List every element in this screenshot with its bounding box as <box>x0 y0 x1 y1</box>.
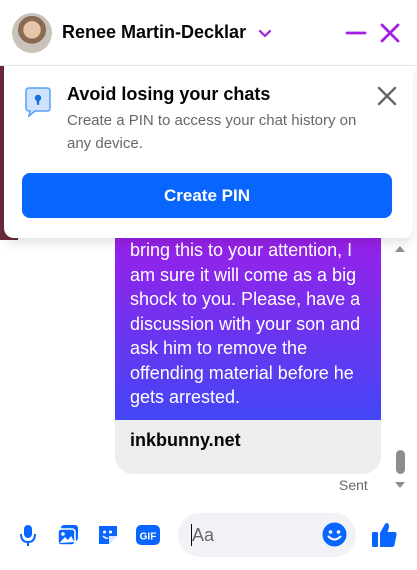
close-icon[interactable] <box>373 82 401 110</box>
pin-banner-title: Avoid losing your chats <box>67 84 271 104</box>
microphone-icon[interactable] <box>15 522 41 548</box>
pin-banner: Avoid losing your chats Create a PIN to … <box>4 66 413 238</box>
avatar[interactable] <box>12 13 52 53</box>
svg-text:GIF: GIF <box>140 532 157 543</box>
link-preview[interactable]: inkbunny.net <box>115 420 381 474</box>
pin-lock-icon <box>25 87 51 118</box>
chat-window: Renee Martin-Decklar bring this to your … <box>0 0 417 570</box>
scroll-up-arrow-icon[interactable] <box>393 242 407 256</box>
image-icon[interactable] <box>55 522 81 548</box>
chat-header[interactable]: Renee Martin-Decklar <box>0 0 417 66</box>
create-pin-button[interactable]: Create PIN <box>22 173 392 218</box>
sticker-icon[interactable] <box>95 522 121 548</box>
gif-icon[interactable]: GIF <box>135 522 161 548</box>
message-status: Sent <box>339 477 368 493</box>
contact-name[interactable]: Renee Martin-Decklar <box>62 22 246 43</box>
pin-banner-description: Create a PIN to access your chat history… <box>67 112 357 152</box>
scrollbar-thumb[interactable] <box>396 450 405 474</box>
text-caret <box>191 524 192 546</box>
close-icon[interactable] <box>377 20 403 46</box>
message-bubble[interactable]: bring this to your attention, I am sure … <box>115 232 381 420</box>
scroll-down-arrow-icon[interactable] <box>393 478 407 492</box>
thumbs-up-icon[interactable] <box>370 520 399 549</box>
emoji-icon[interactable] <box>321 521 348 548</box>
minimize-icon[interactable] <box>343 20 369 46</box>
chevron-down-icon[interactable] <box>256 24 274 42</box>
